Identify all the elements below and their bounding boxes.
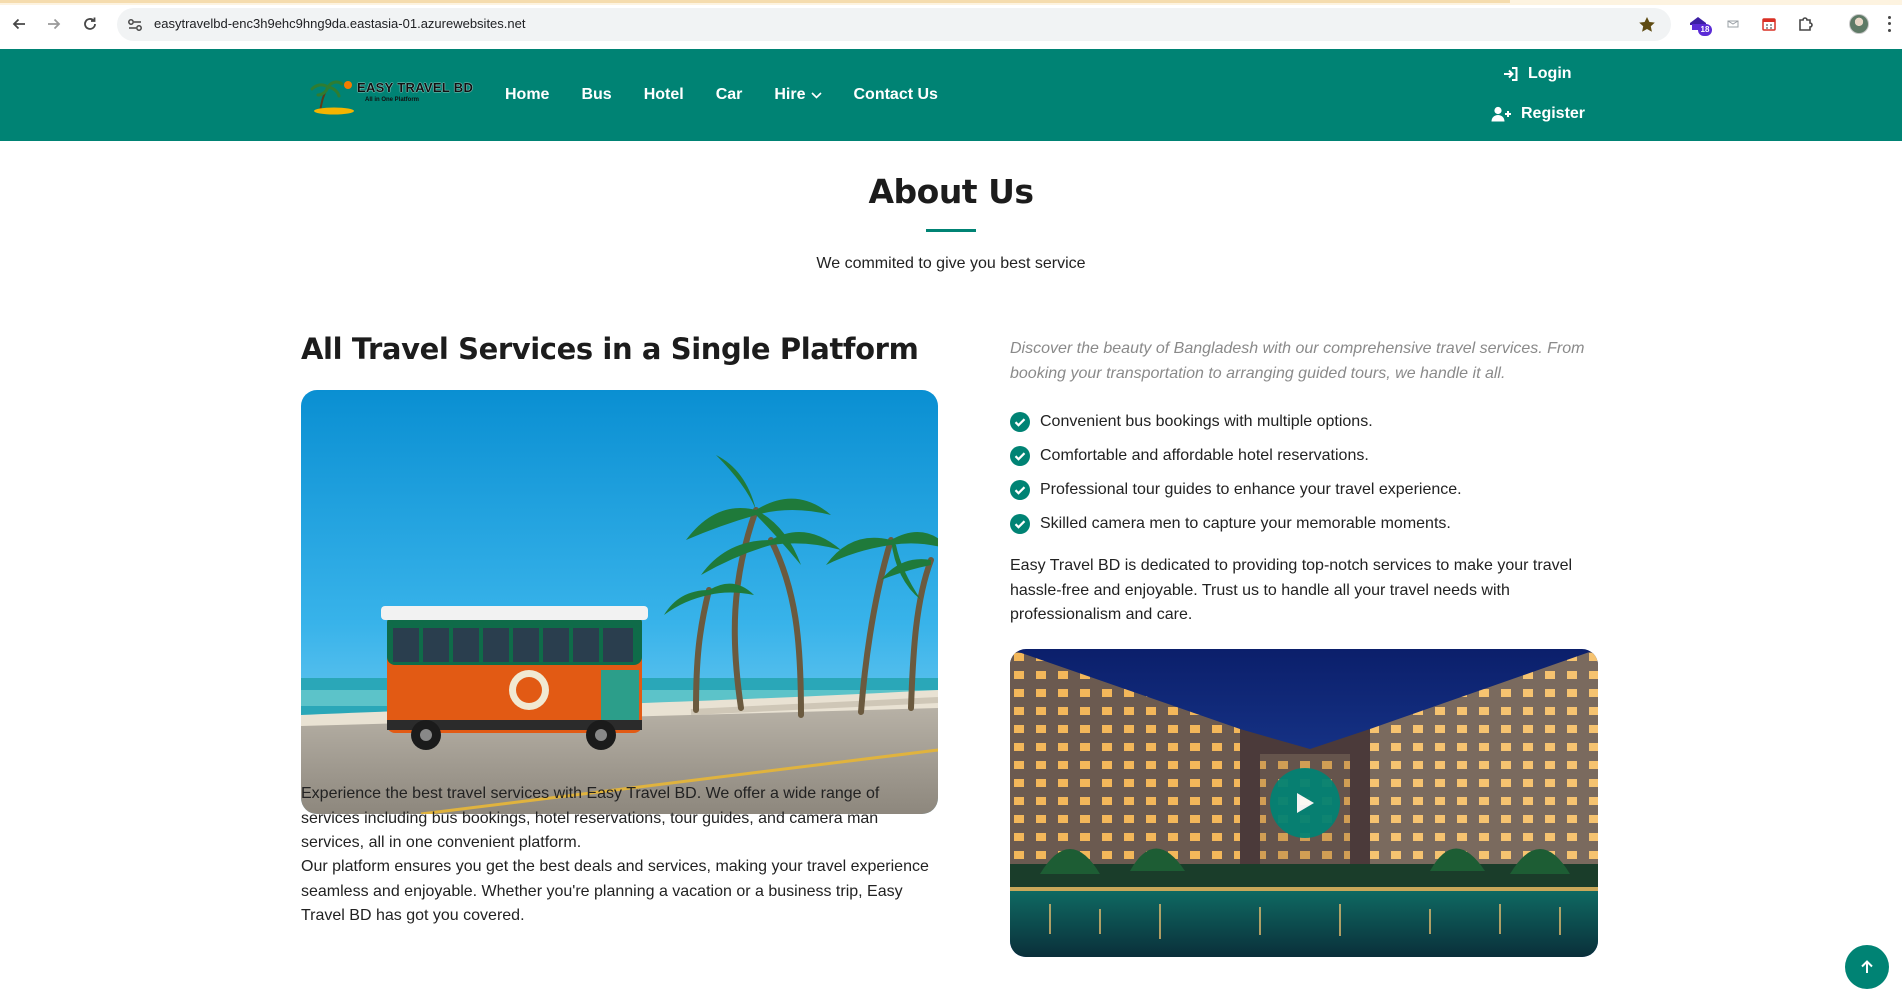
site-info-icon[interactable] (126, 16, 144, 34)
nav-home[interactable]: Home (505, 86, 549, 104)
menu-icon[interactable] (1886, 14, 1892, 34)
nav-hire-dropdown[interactable]: Hire (774, 86, 822, 104)
site-logo[interactable]: EASY TRAVEL BD All in One Platform (310, 77, 474, 115)
title-underline (926, 229, 976, 232)
about-section-header: About Us We commited to give you best se… (0, 172, 1902, 273)
main-nav: Home Bus Hotel Car Hire Contact Us (505, 49, 970, 141)
check-circle-icon (1010, 480, 1030, 500)
reload-icon[interactable] (79, 13, 101, 35)
play-icon (1297, 793, 1314, 813)
url-text[interactable]: easytravelbd-enc3h9ehc9hng9da.eastasia-0… (154, 16, 525, 31)
about-paragraph-2: Our platform ensures you get the best de… (301, 858, 929, 924)
pinned-extension-icon[interactable] (1722, 13, 1744, 35)
login-link[interactable]: Login (1503, 65, 1572, 83)
login-icon (1504, 67, 1518, 81)
nav-hire-label: Hire (774, 86, 806, 103)
play-video-button[interactable] (1270, 768, 1340, 838)
about-right-column: Discover the beauty of Bangladesh with o… (1010, 337, 1600, 957)
nav-car[interactable]: Car (716, 86, 743, 104)
browser-toolbar: easytravelbd-enc3h9ehc9hng9da.eastasia-0… (0, 0, 1902, 49)
site-header: EASY TRAVEL BD All in One Platform Home … (0, 49, 1902, 141)
extension-icon[interactable]: 18 (1688, 13, 1712, 36)
puzzle-icon[interactable] (1794, 13, 1816, 35)
register-link[interactable]: Register (1491, 105, 1585, 123)
logo-tagline: All in One Platform (365, 97, 420, 103)
palm-logo-icon (310, 80, 354, 115)
feature-item: Comfortable and affordable hotel reserva… (1010, 439, 1462, 473)
feature-item: Skilled camera men to capture your memor… (1010, 507, 1462, 541)
profile-avatar[interactable] (1849, 14, 1869, 34)
about-heading: All Travel Services in a Single Platform (301, 332, 919, 366)
nav-contact-us[interactable]: Contact Us (854, 86, 938, 104)
nav-contact-label: Contact Us (853, 86, 938, 103)
nav-home-label: Home (505, 86, 550, 103)
check-circle-icon (1010, 412, 1030, 432)
check-circle-icon (1010, 446, 1030, 466)
extension-badge: 18 (1698, 24, 1712, 36)
loading-strip (0, 0, 1902, 5)
about-paragraph-3: Easy Travel BD is dedicated to providing… (1010, 557, 1573, 623)
feature-text: Professional tour guides to enhance your… (1040, 481, 1462, 498)
feature-text: Comfortable and affordable hotel reserva… (1040, 447, 1369, 464)
back-icon[interactable] (8, 13, 30, 35)
feature-text: Skilled camera men to capture your memor… (1040, 515, 1451, 532)
feature-list: Convenient bus bookings with multiple op… (1010, 405, 1462, 541)
nav-hotel-label: Hotel (643, 86, 684, 103)
nav-car-label: Car (715, 86, 743, 103)
logo-title: EASY TRAVEL BD (357, 80, 474, 95)
nav-hotel[interactable]: Hotel (644, 86, 684, 104)
bookmark-star-icon[interactable] (1637, 15, 1657, 35)
scroll-top-button[interactable] (1845, 945, 1889, 989)
page-title: About Us (868, 172, 1034, 211)
about-paragraph-1: Experience the best travel services with… (301, 785, 880, 851)
page-subtitle: We commited to give you best service (816, 255, 1086, 272)
calendar-icon[interactable] (1758, 13, 1780, 35)
hotel-video-thumbnail[interactable] (1010, 649, 1598, 957)
about-intro: Discover the beauty of Bangladesh with o… (1010, 340, 1585, 382)
nav-bus[interactable]: Bus (581, 86, 611, 104)
forward-icon[interactable] (43, 13, 65, 35)
about-left-column: All Travel Services in a Single Platform (301, 332, 938, 924)
user-plus-icon (1491, 106, 1511, 122)
chevron-down-icon (810, 91, 822, 99)
feature-item: Professional tour guides to enhance your… (1010, 473, 1462, 507)
bus-beach-image (301, 390, 938, 814)
login-label: Login (1528, 65, 1572, 82)
address-bar[interactable]: easytravelbd-enc3h9ehc9hng9da.eastasia-0… (117, 8, 1671, 41)
arrow-up-icon (1861, 960, 1873, 973)
feature-text: Convenient bus bookings with multiple op… (1040, 413, 1373, 430)
register-label: Register (1521, 105, 1586, 122)
nav-bus-label: Bus (581, 86, 612, 103)
check-circle-icon (1010, 514, 1030, 534)
feature-item: Convenient bus bookings with multiple op… (1010, 405, 1462, 439)
